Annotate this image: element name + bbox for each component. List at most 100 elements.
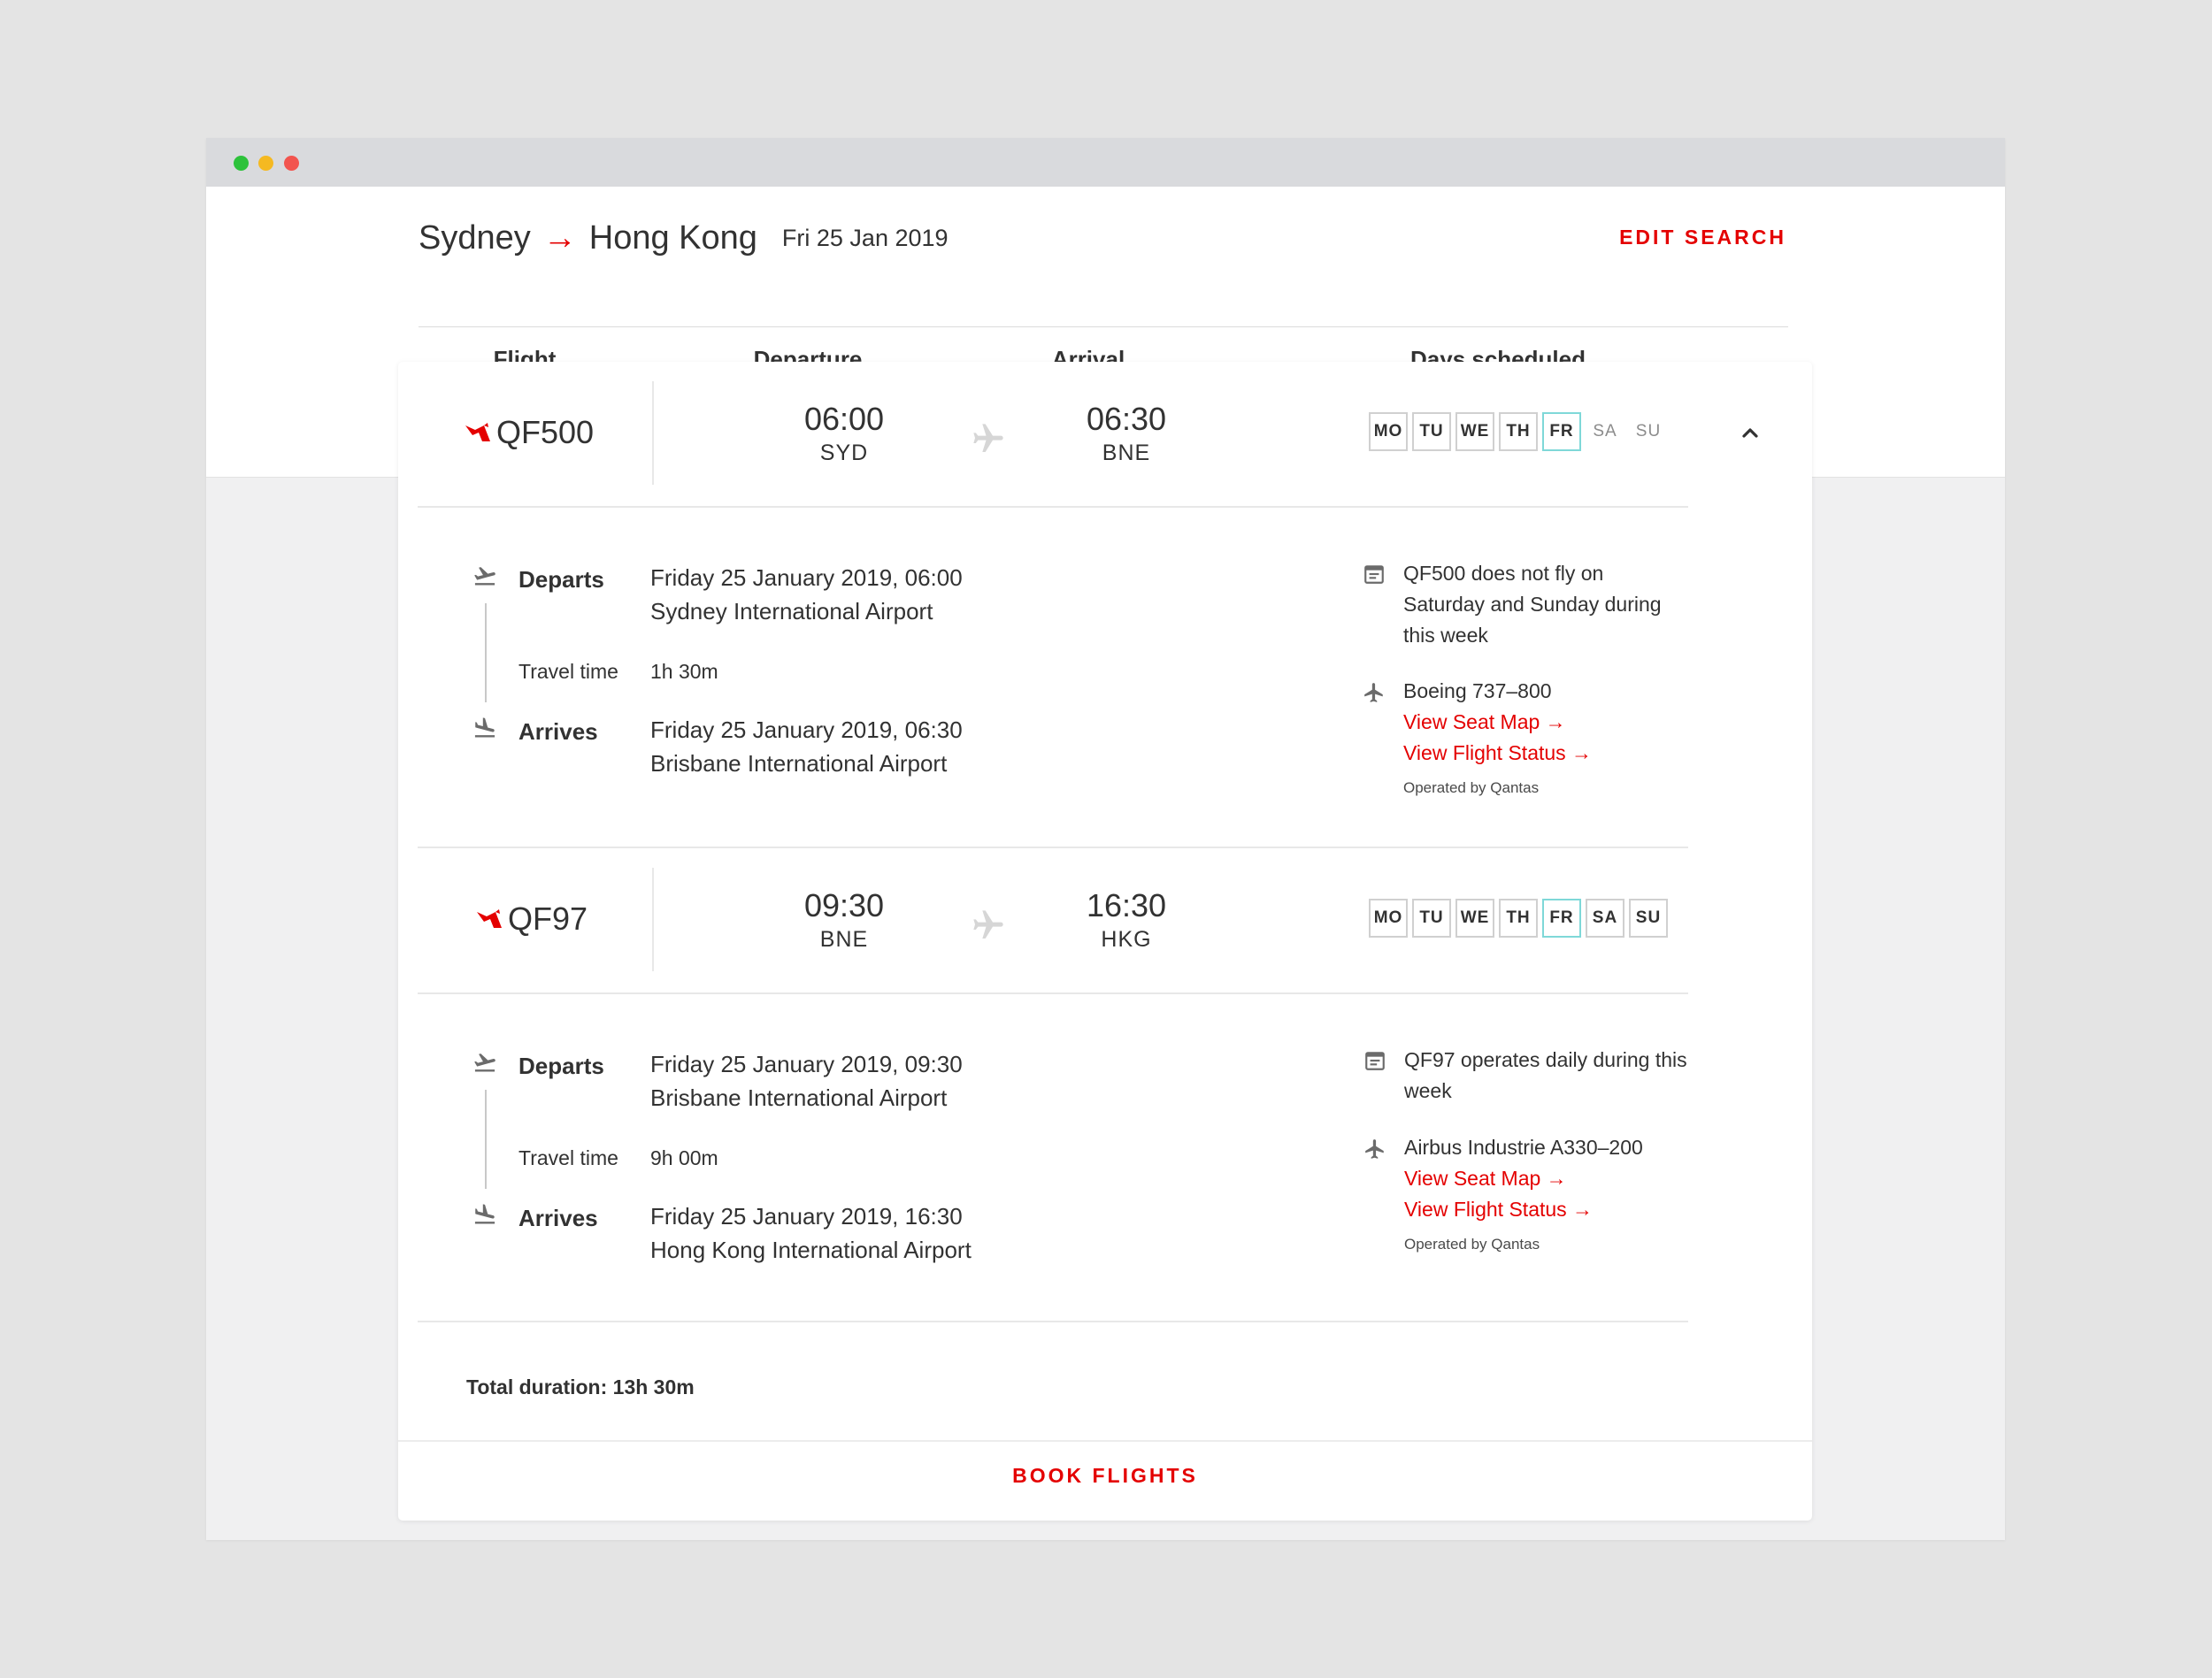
flight-segment: QF97 09:30 BNE 16:30 HKG MO TU WE TH FR SA SU <box>398 848 1812 1335</box>
flight-number-text: QF97 <box>508 900 588 937</box>
flight-segment: QF500 06:00 SYD 06:30 BNE MO TU WE TH FR SA SU <box>398 362 1812 848</box>
arrives-airport: Brisbane International Airport <box>650 750 948 777</box>
operated-by: Operated by Qantas <box>1404 1236 1540 1253</box>
arrives-date: Friday 25 January 2019, 06:30 <box>650 716 963 743</box>
plane-icon <box>973 424 1003 452</box>
arrival-block: 06:30 BNE <box>1038 402 1215 466</box>
arrival-time: 06:30 <box>1086 401 1167 437</box>
travel-time-label: Travel time <box>518 660 618 683</box>
days-scheduled: MO TU WE TH FR SA SU <box>1369 412 1672 451</box>
calendar-icon <box>1365 1052 1385 1070</box>
book-flights-button[interactable]: BOOK FLIGHTS <box>398 1464 1812 1488</box>
aircraft-info: Boeing 737–800 View Seat Map → View Flig… <box>1403 676 1686 797</box>
flight-details: Departs Friday 25 January 2019, 06:00 Sy… <box>398 508 1812 848</box>
travel-time-value: 1h 30m <box>650 660 718 683</box>
plane-icon <box>973 910 1003 939</box>
arrival-block: 16:30 HKG <box>1038 888 1215 953</box>
departs-airport: Sydney International Airport <box>650 598 933 624</box>
view-seat-map-link[interactable]: View Seat Map → <box>1404 1163 1687 1194</box>
flight-number-text: QF500 <box>496 414 595 450</box>
day-badge-mo: MO <box>1369 412 1408 451</box>
day-badge-mo: MO <box>1369 899 1408 938</box>
arrives-label: Arrives <box>518 1205 598 1231</box>
landing-icon <box>474 1204 495 1224</box>
segment-divider <box>418 1321 1688 1322</box>
departure-block: 09:30 BNE <box>756 888 933 953</box>
arrives-airport: Hong Kong International Airport <box>650 1237 972 1263</box>
aircraft-type: Airbus Industrie A330–200 <box>1404 1136 1643 1159</box>
window-minimize-button[interactable] <box>258 156 273 171</box>
destination-city: Hong Kong <box>588 218 757 257</box>
view-flight-status-link[interactable]: View Flight Status → <box>1403 738 1686 769</box>
plane-icon <box>1365 1139 1384 1159</box>
departs-date: Friday 25 January 2019, 09:30 <box>650 1051 963 1077</box>
origin-city: Sydney <box>419 218 531 257</box>
arrives-label: Arrives <box>518 718 598 745</box>
edit-search-link[interactable]: EDIT SEARCH <box>1619 226 1786 249</box>
departs-label: Departs <box>518 1053 604 1079</box>
operated-by: Operated by Qantas <box>1403 779 1540 796</box>
day-badge-tu: TU <box>1412 412 1451 451</box>
window-maximize-button[interactable] <box>234 156 249 171</box>
day-badge-th: TH <box>1499 412 1538 451</box>
flight-summary-row[interactable]: QF500 06:00 SYD 06:30 BNE MO TU WE TH FR SA SU <box>398 362 1812 508</box>
departs-airport: Brisbane International Airport <box>650 1084 948 1111</box>
departs-date: Friday 25 January 2019, 06:00 <box>650 564 963 591</box>
day-badge-fr: FR <box>1542 412 1581 451</box>
arrives-date: Friday 25 January 2019, 16:30 <box>650 1203 963 1230</box>
flight-summary-row[interactable]: QF97 09:30 BNE 16:30 HKG MO TU WE TH FR SA SU <box>398 848 1812 994</box>
day-badge-su: SU <box>1629 412 1668 451</box>
itinerary-card: QF500 06:00 SYD 06:30 BNE MO TU WE TH FR SA SU <box>398 362 1812 1521</box>
travel-date: Fri 25 Jan 2019 <box>781 224 949 251</box>
departure-airport-code: BNE <box>819 927 869 952</box>
day-badge-we: WE <box>1455 412 1494 451</box>
day-badge-we: WE <box>1455 899 1494 938</box>
departure-block: 06:00 SYD <box>756 402 933 466</box>
aircraft-type: Boeing 737–800 <box>1403 679 1552 702</box>
chevron-up-icon[interactable] <box>1740 422 1761 443</box>
arrival-airport-code: HKG <box>1101 927 1152 952</box>
day-badge-sa: SA <box>1586 412 1624 451</box>
arrival-airport-code: BNE <box>1102 441 1151 465</box>
flight-number: QF97 <box>476 900 588 938</box>
vertical-divider <box>652 381 654 485</box>
plane-icon <box>1364 683 1383 702</box>
window-titlebar <box>206 138 2005 187</box>
window-close-button[interactable] <box>284 156 299 171</box>
timeline-connector <box>485 1090 487 1189</box>
takeoff-icon <box>474 567 495 586</box>
flight-details: Departs Friday 25 January 2019, 09:30 Br… <box>398 994 1812 1335</box>
header-divider <box>419 326 1788 327</box>
timeline-connector <box>485 603 487 702</box>
route-arrow: → <box>542 218 577 257</box>
view-seat-map-link[interactable]: View Seat Map → <box>1403 707 1686 738</box>
flight-number: QF500 <box>465 414 594 451</box>
schedule-note: QF500 does not fly on Saturday and Sunda… <box>1403 562 1662 647</box>
total-duration: Total duration: 13h 30m <box>466 1375 695 1398</box>
day-badge-th: TH <box>1499 899 1538 938</box>
schedule-info: QF97 operates daily during this week <box>1404 1045 1687 1107</box>
arrival-time: 16:30 <box>1086 887 1167 923</box>
takeoff-icon <box>474 1054 495 1072</box>
footer-divider <box>398 1440 1812 1442</box>
calendar-icon <box>1364 565 1384 584</box>
departure-time: 06:00 <box>803 401 885 437</box>
aircraft-info: Airbus Industrie A330–200 View Seat Map … <box>1404 1132 1687 1253</box>
browser-window: Sydney → Hong Kong Fri 25 Jan 2019 EDIT … <box>206 138 2005 1540</box>
schedule-note: QF97 operates daily during this week <box>1404 1048 1687 1102</box>
departure-airport-code: SYD <box>819 441 869 465</box>
day-badge-su: SU <box>1629 899 1668 938</box>
departure-time: 09:30 <box>803 887 885 923</box>
schedule-info: QF500 does not fly on Saturday and Sunda… <box>1403 558 1686 651</box>
day-badge-fr: FR <box>1542 899 1581 938</box>
route-summary: Sydney → Hong Kong Fri 25 Jan 2019 <box>419 211 949 264</box>
qantas-logo <box>477 909 502 928</box>
qantas-logo <box>465 423 490 441</box>
day-badge-sa: SA <box>1586 899 1624 938</box>
travel-time-label: Travel time <box>518 1146 618 1169</box>
view-flight-status-link[interactable]: View Flight Status → <box>1404 1194 1687 1225</box>
departs-label: Departs <box>518 566 604 593</box>
days-scheduled: MO TU WE TH FR SA SU <box>1369 899 1672 938</box>
travel-time-value: 9h 00m <box>650 1146 718 1169</box>
vertical-divider <box>652 868 654 971</box>
